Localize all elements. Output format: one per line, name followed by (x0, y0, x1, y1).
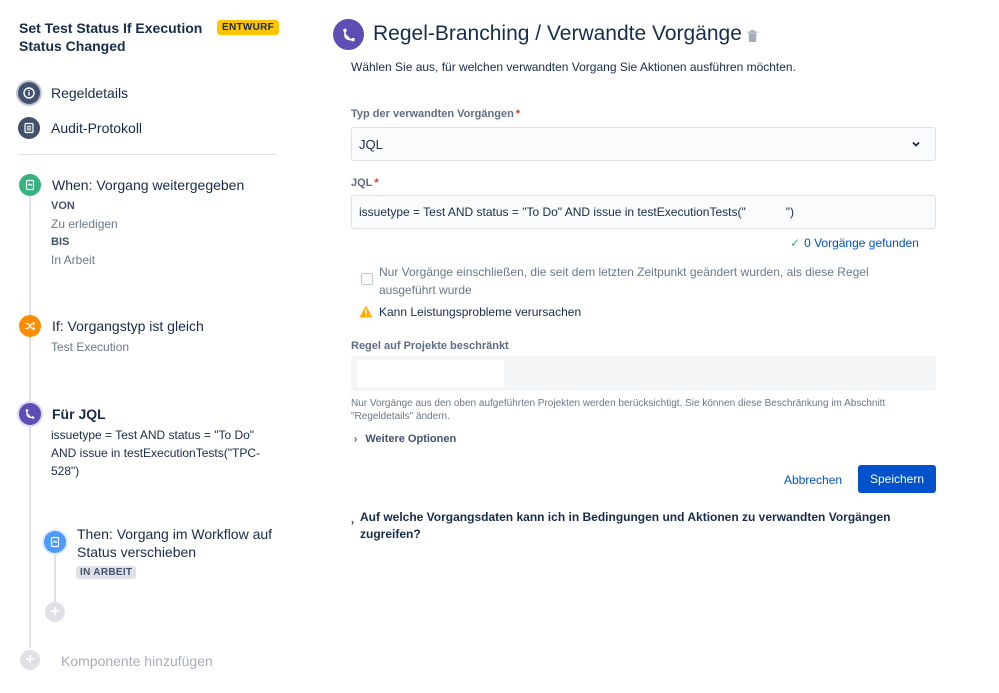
action-badge-wrap: IN ARBEIT (76, 562, 137, 580)
project-chip (357, 360, 504, 387)
page-title: Regel-Branching / Verwandte Vorgänge (373, 22, 742, 45)
shuffle-icon (19, 315, 41, 337)
trigger-title: When: Vorgang weitergegeben (52, 177, 245, 193)
nav-rule-details-label: Regeldetails (51, 85, 129, 101)
branch-icon (19, 403, 41, 425)
list-icon (18, 117, 40, 139)
add-component-label[interactable]: Komponente hinzufügen (61, 653, 213, 669)
sidebar-divider (18, 154, 276, 155)
type-select[interactable]: JQL (351, 127, 936, 161)
restrict-label: Regel auf Projekte beschränkt (351, 340, 509, 352)
more-options-toggle[interactable]: › Weitere Optionen (354, 433, 456, 445)
chevron-down-icon (910, 138, 922, 153)
type-label-text: Typ der verwandten Vorgängen (351, 108, 514, 120)
faq-question: Auf welche Vorgangsdaten kann ich in Bed… (360, 510, 891, 541)
issues-found-status: ✓ 0 Vorgänge gefunden (790, 236, 919, 250)
jql-field-label: JQL * (351, 177, 379, 189)
chevron-right-icon: › (351, 517, 354, 527)
add-branch-action-button[interactable]: + (45, 602, 65, 622)
trigger-from-key: VON (51, 200, 75, 212)
warning-icon (359, 305, 373, 323)
branch-header-icon (333, 19, 364, 50)
branch-config-panel: Regel-Branching / Verwandte Vorgänge Wäh… (330, 0, 999, 693)
action-icon (44, 531, 66, 553)
only-changed-label[interactable]: Nur Vorgänge einschließen, die seit dem … (379, 263, 899, 299)
jql-required-mark: * (374, 177, 379, 189)
cancel-button[interactable]: Abbrechen (778, 466, 848, 493)
issues-found-text: 0 Vorgänge gefunden (804, 236, 919, 250)
condition-value: Test Execution (51, 340, 130, 354)
trigger-icon (19, 174, 41, 196)
trigger-to-key: BIS (51, 236, 70, 248)
save-button[interactable]: Speichern (858, 465, 936, 493)
page-subtitle: Wählen Sie aus, für welchen verwandten V… (351, 60, 796, 74)
info-icon (18, 82, 40, 104)
nav-rule-details[interactable]: Regeldetails (18, 82, 128, 104)
restricted-projects-field (351, 356, 936, 391)
draft-badge: ENTWURF (217, 20, 280, 35)
action-status-badge: IN ARBEIT (76, 566, 137, 579)
more-options-label: Weitere Optionen (365, 433, 457, 445)
branch-query: issuetype = Test AND status = "To Do" AN… (51, 428, 260, 478)
type-select-value: JQL (359, 136, 383, 152)
faq-expander[interactable]: › Auf welche Vorgangsdaten kann ich in B… (351, 509, 921, 543)
chevron-right-icon: › (354, 433, 358, 445)
only-changed-checkbox[interactable] (361, 273, 373, 285)
jql-label-text: JQL (351, 177, 373, 189)
rule-title: Set Test Status If Execution Status Chan… (19, 20, 203, 54)
action-title: Then: Vorgang im Workflow auf Status ver… (77, 526, 273, 560)
performance-warning: Kann Leistungsprobleme verursachen (379, 305, 582, 319)
trigger-details: VON Zu erledigen BIS In Arbeit (51, 197, 118, 269)
rule-sidebar: Set Test Status If Execution Status Chan… (0, 0, 300, 693)
restrict-help-text: Nur Vorgänge aus den oben aufgeführten P… (351, 398, 886, 422)
trigger-to-value: In Arbeit (51, 253, 96, 267)
type-required-mark: * (515, 108, 521, 120)
trash-icon[interactable] (747, 29, 758, 47)
add-component-button[interactable]: + (20, 650, 40, 670)
branch-title: Für JQL (52, 406, 106, 422)
condition-title: If: Vorgangstyp ist gleich (52, 318, 204, 334)
trigger-from-value: Zu erledigen (51, 217, 118, 231)
nav-audit-log-label: Audit-Protokoll (51, 120, 143, 136)
nav-audit-log[interactable]: Audit-Protokoll (18, 117, 142, 139)
jql-input-value: issuetype = Test AND status = "To Do" AN… (359, 205, 794, 219)
jql-input[interactable]: issuetype = Test AND status = "To Do" AN… (351, 195, 936, 229)
type-field-label: Typ der verwandten Vorgängen * (351, 108, 520, 120)
check-icon: ✓ (790, 236, 801, 250)
